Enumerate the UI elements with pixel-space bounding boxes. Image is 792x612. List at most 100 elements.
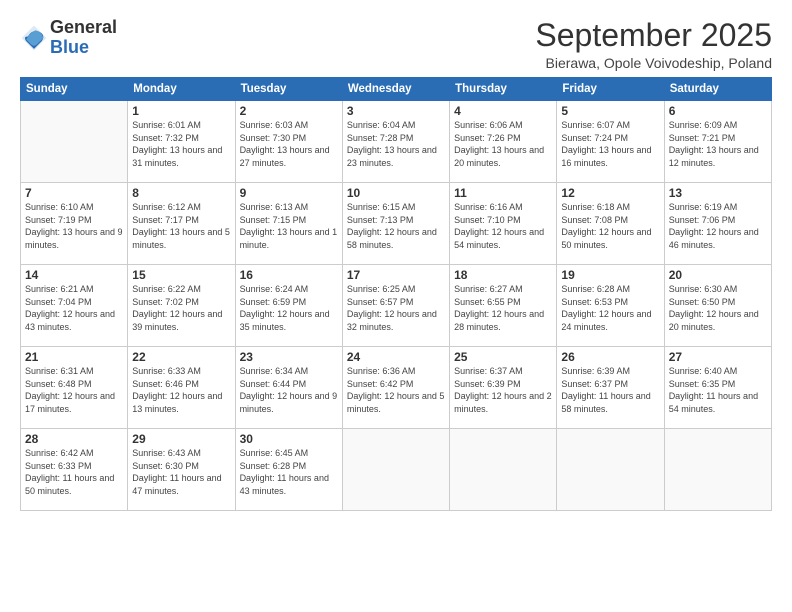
day-number: 21 <box>25 350 123 364</box>
cell-info: Sunrise: 6:45 AMSunset: 6:28 PMDaylight:… <box>240 447 338 497</box>
header-row: Sunday Monday Tuesday Wednesday Thursday… <box>21 78 772 101</box>
day-number: 23 <box>240 350 338 364</box>
col-wednesday: Wednesday <box>342 78 449 101</box>
header: General Blue September 2025 Bierawa, Opo… <box>20 18 772 71</box>
cell-info: Sunrise: 6:36 AMSunset: 6:42 PMDaylight:… <box>347 365 445 415</box>
cell-info: Sunrise: 6:39 AMSunset: 6:37 PMDaylight:… <box>561 365 659 415</box>
cell-info: Sunrise: 6:42 AMSunset: 6:33 PMDaylight:… <box>25 447 123 497</box>
calendar-cell: 2Sunrise: 6:03 AMSunset: 7:30 PMDaylight… <box>235 101 342 183</box>
calendar-cell <box>557 429 664 511</box>
cell-info: Sunrise: 6:01 AMSunset: 7:32 PMDaylight:… <box>132 119 230 169</box>
logo: General Blue <box>20 18 117 58</box>
day-number: 29 <box>132 432 230 446</box>
cell-info: Sunrise: 6:10 AMSunset: 7:19 PMDaylight:… <box>25 201 123 251</box>
month-title: September 2025 <box>535 18 772 53</box>
calendar-cell <box>664 429 771 511</box>
cell-info: Sunrise: 6:09 AMSunset: 7:21 PMDaylight:… <box>669 119 767 169</box>
logo-blue: Blue <box>50 38 117 58</box>
calendar-cell: 13Sunrise: 6:19 AMSunset: 7:06 PMDayligh… <box>664 183 771 265</box>
cell-info: Sunrise: 6:21 AMSunset: 7:04 PMDaylight:… <box>25 283 123 333</box>
cell-info: Sunrise: 6:40 AMSunset: 6:35 PMDaylight:… <box>669 365 767 415</box>
cell-info: Sunrise: 6:13 AMSunset: 7:15 PMDaylight:… <box>240 201 338 251</box>
calendar-cell: 7Sunrise: 6:10 AMSunset: 7:19 PMDaylight… <box>21 183 128 265</box>
day-number: 26 <box>561 350 659 364</box>
calendar-cell: 19Sunrise: 6:28 AMSunset: 6:53 PMDayligh… <box>557 265 664 347</box>
day-number: 12 <box>561 186 659 200</box>
calendar-cell: 21Sunrise: 6:31 AMSunset: 6:48 PMDayligh… <box>21 347 128 429</box>
calendar-cell: 20Sunrise: 6:30 AMSunset: 6:50 PMDayligh… <box>664 265 771 347</box>
cell-info: Sunrise: 6:43 AMSunset: 6:30 PMDaylight:… <box>132 447 230 497</box>
cell-info: Sunrise: 6:04 AMSunset: 7:28 PMDaylight:… <box>347 119 445 169</box>
calendar-cell: 28Sunrise: 6:42 AMSunset: 6:33 PMDayligh… <box>21 429 128 511</box>
cell-info: Sunrise: 6:27 AMSunset: 6:55 PMDaylight:… <box>454 283 552 333</box>
calendar-cell: 22Sunrise: 6:33 AMSunset: 6:46 PMDayligh… <box>128 347 235 429</box>
day-number: 15 <box>132 268 230 282</box>
col-sunday: Sunday <box>21 78 128 101</box>
day-number: 30 <box>240 432 338 446</box>
cell-info: Sunrise: 6:16 AMSunset: 7:10 PMDaylight:… <box>454 201 552 251</box>
calendar-cell: 26Sunrise: 6:39 AMSunset: 6:37 PMDayligh… <box>557 347 664 429</box>
calendar-cell: 15Sunrise: 6:22 AMSunset: 7:02 PMDayligh… <box>128 265 235 347</box>
calendar-cell: 16Sunrise: 6:24 AMSunset: 6:59 PMDayligh… <box>235 265 342 347</box>
day-number: 3 <box>347 104 445 118</box>
day-number: 18 <box>454 268 552 282</box>
day-number: 6 <box>669 104 767 118</box>
col-tuesday: Tuesday <box>235 78 342 101</box>
cell-info: Sunrise: 6:33 AMSunset: 6:46 PMDaylight:… <box>132 365 230 415</box>
calendar-cell <box>450 429 557 511</box>
logo-text: General Blue <box>50 18 117 58</box>
day-number: 19 <box>561 268 659 282</box>
cell-info: Sunrise: 6:25 AMSunset: 6:57 PMDaylight:… <box>347 283 445 333</box>
page: General Blue September 2025 Bierawa, Opo… <box>0 0 792 612</box>
calendar-cell: 3Sunrise: 6:04 AMSunset: 7:28 PMDaylight… <box>342 101 449 183</box>
day-number: 27 <box>669 350 767 364</box>
day-number: 14 <box>25 268 123 282</box>
cell-info: Sunrise: 6:24 AMSunset: 6:59 PMDaylight:… <box>240 283 338 333</box>
calendar-cell: 24Sunrise: 6:36 AMSunset: 6:42 PMDayligh… <box>342 347 449 429</box>
calendar-cell: 12Sunrise: 6:18 AMSunset: 7:08 PMDayligh… <box>557 183 664 265</box>
cell-info: Sunrise: 6:34 AMSunset: 6:44 PMDaylight:… <box>240 365 338 415</box>
cell-info: Sunrise: 6:19 AMSunset: 7:06 PMDaylight:… <box>669 201 767 251</box>
calendar-cell: 5Sunrise: 6:07 AMSunset: 7:24 PMDaylight… <box>557 101 664 183</box>
day-number: 16 <box>240 268 338 282</box>
day-number: 22 <box>132 350 230 364</box>
logo-icon <box>20 24 48 52</box>
location-subtitle: Bierawa, Opole Voivodeship, Poland <box>535 55 772 71</box>
calendar-cell: 9Sunrise: 6:13 AMSunset: 7:15 PMDaylight… <box>235 183 342 265</box>
day-number: 10 <box>347 186 445 200</box>
day-number: 28 <box>25 432 123 446</box>
calendar-cell: 27Sunrise: 6:40 AMSunset: 6:35 PMDayligh… <box>664 347 771 429</box>
day-number: 8 <box>132 186 230 200</box>
calendar-week-4: 28Sunrise: 6:42 AMSunset: 6:33 PMDayligh… <box>21 429 772 511</box>
day-number: 20 <box>669 268 767 282</box>
day-number: 11 <box>454 186 552 200</box>
title-block: September 2025 Bierawa, Opole Voivodeshi… <box>535 18 772 71</box>
calendar-cell: 23Sunrise: 6:34 AMSunset: 6:44 PMDayligh… <box>235 347 342 429</box>
calendar-cell: 18Sunrise: 6:27 AMSunset: 6:55 PMDayligh… <box>450 265 557 347</box>
calendar-cell <box>21 101 128 183</box>
cell-info: Sunrise: 6:37 AMSunset: 6:39 PMDaylight:… <box>454 365 552 415</box>
calendar-cell <box>342 429 449 511</box>
cell-info: Sunrise: 6:30 AMSunset: 6:50 PMDaylight:… <box>669 283 767 333</box>
day-number: 4 <box>454 104 552 118</box>
col-friday: Friday <box>557 78 664 101</box>
col-monday: Monday <box>128 78 235 101</box>
calendar-cell: 10Sunrise: 6:15 AMSunset: 7:13 PMDayligh… <box>342 183 449 265</box>
calendar-cell: 25Sunrise: 6:37 AMSunset: 6:39 PMDayligh… <box>450 347 557 429</box>
calendar-cell: 1Sunrise: 6:01 AMSunset: 7:32 PMDaylight… <box>128 101 235 183</box>
cell-info: Sunrise: 6:07 AMSunset: 7:24 PMDaylight:… <box>561 119 659 169</box>
day-number: 25 <box>454 350 552 364</box>
day-number: 17 <box>347 268 445 282</box>
calendar-cell: 4Sunrise: 6:06 AMSunset: 7:26 PMDaylight… <box>450 101 557 183</box>
logo-general: General <box>50 18 117 38</box>
cell-info: Sunrise: 6:03 AMSunset: 7:30 PMDaylight:… <box>240 119 338 169</box>
cell-info: Sunrise: 6:12 AMSunset: 7:17 PMDaylight:… <box>132 201 230 251</box>
calendar-cell: 14Sunrise: 6:21 AMSunset: 7:04 PMDayligh… <box>21 265 128 347</box>
calendar-cell: 30Sunrise: 6:45 AMSunset: 6:28 PMDayligh… <box>235 429 342 511</box>
day-number: 13 <box>669 186 767 200</box>
calendar-cell: 11Sunrise: 6:16 AMSunset: 7:10 PMDayligh… <box>450 183 557 265</box>
calendar-table: Sunday Monday Tuesday Wednesday Thursday… <box>20 77 772 511</box>
day-number: 9 <box>240 186 338 200</box>
day-number: 5 <box>561 104 659 118</box>
calendar-cell: 29Sunrise: 6:43 AMSunset: 6:30 PMDayligh… <box>128 429 235 511</box>
